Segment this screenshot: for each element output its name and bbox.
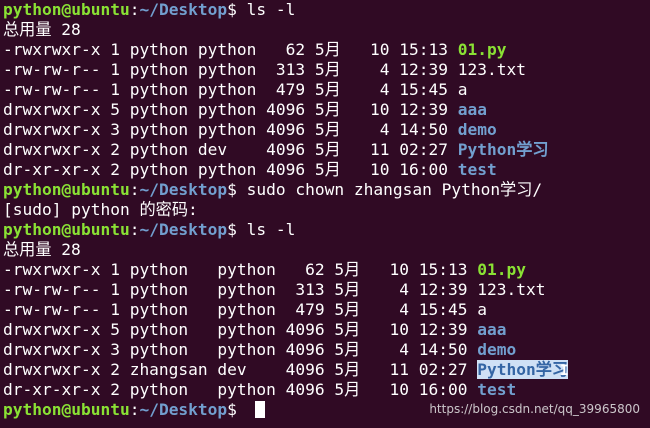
prompt-user-host: python@ubuntu bbox=[3, 400, 130, 419]
file-name[interactable]: aaa bbox=[458, 100, 487, 119]
file-metadata: -rwxrwxr-x 1 python python 62 5月 10 15:1… bbox=[3, 40, 458, 59]
file-metadata: drwxrwxr-x 3 python python 4096 5月 4 14:… bbox=[3, 340, 478, 359]
sudo-password-prompt: [sudo] python 的密码: bbox=[3, 200, 198, 219]
total-line: 总用量 28 bbox=[3, 240, 81, 259]
listing-row: -rwxrwxr-x 1 python python 62 5月 10 15:1… bbox=[3, 260, 650, 280]
prompt-line: python@ubuntu:~/Desktop$ ls -l bbox=[3, 0, 650, 20]
file-name[interactable]: test bbox=[458, 160, 497, 179]
prompt-separator: : bbox=[129, 180, 140, 199]
file-name[interactable]: test bbox=[477, 380, 516, 399]
file-name[interactable]: aaa bbox=[477, 320, 506, 339]
listing-row: -rwxrwxr-x 1 python python 62 5月 10 15:1… bbox=[3, 40, 650, 60]
file-metadata: -rw-rw-r-- 1 python python 479 5月 4 15:4… bbox=[3, 80, 458, 99]
file-metadata: drwxrwxr-x 5 python python 4096 5月 10 12… bbox=[3, 320, 478, 339]
prompt-separator: : bbox=[129, 220, 140, 239]
file-metadata: dr-xr-xr-x 2 python python 4096 5月 10 16… bbox=[3, 160, 458, 179]
prompt-path: ~/Desktop bbox=[139, 0, 228, 19]
mouse-ibeam-icon: I bbox=[560, 363, 569, 379]
file-name[interactable]: demo bbox=[477, 340, 516, 359]
listing-row: -rw-rw-r-- 1 python python 313 5月 4 12:3… bbox=[3, 60, 650, 80]
listing-block: -rwxrwxr-x 1 python python 62 5月 10 15:1… bbox=[3, 260, 650, 400]
file-metadata: drwxrwxr-x 2 zhangsan dev 4096 5月 11 02:… bbox=[3, 360, 478, 379]
prompt-dollar: $ bbox=[227, 180, 247, 199]
listing-block: -rwxrwxr-x 1 python python 62 5月 10 15:1… bbox=[3, 40, 650, 180]
file-name[interactable]: Python学习 bbox=[477, 360, 569, 379]
listing-row: dr-xr-xr-x 2 python python 4096 5月 10 16… bbox=[3, 380, 650, 400]
listing-row: dr-xr-xr-x 2 python python 4096 5月 10 16… bbox=[3, 160, 650, 180]
file-name[interactable]: 01.py bbox=[477, 260, 526, 279]
file-name[interactable]: a bbox=[458, 80, 468, 99]
prompt-line: python@ubuntu:~/Desktop$ sudo chown zhan… bbox=[3, 180, 650, 200]
file-metadata: -rw-rw-r-- 1 python python 479 5月 4 15:4… bbox=[3, 300, 478, 319]
listing-row: drwxrwxr-x 5 python python 4096 5月 10 12… bbox=[3, 100, 650, 120]
prompt-dollar: $ bbox=[227, 0, 247, 19]
prompt-separator: : bbox=[129, 0, 140, 19]
command-text: ls -l bbox=[246, 220, 296, 239]
listing-row: drwxrwxr-x 3 python python 4096 5月 4 14:… bbox=[3, 120, 650, 140]
file-name[interactable]: 123.txt bbox=[477, 280, 545, 299]
prompt-path: ~/Desktop bbox=[139, 180, 228, 199]
listing-row: -rw-rw-r-- 1 python python 313 5月 4 12:3… bbox=[3, 280, 650, 300]
listing-row: -rw-rw-r-- 1 python python 479 5月 4 15:4… bbox=[3, 80, 650, 100]
file-name[interactable]: demo bbox=[458, 120, 497, 139]
listing-row: drwxrwxr-x 2 zhangsan dev 4096 5月 11 02:… bbox=[3, 360, 650, 380]
prompt-user-host: python@ubuntu bbox=[3, 0, 130, 19]
file-metadata: -rw-rw-r-- 1 python python 313 5月 4 12:3… bbox=[3, 60, 458, 79]
file-metadata: drwxrwxr-x 5 python python 4096 5月 10 12… bbox=[3, 100, 458, 119]
prompt-line: python@ubuntu:~/Desktop$ ls -l bbox=[3, 220, 650, 240]
file-metadata: -rwxrwxr-x 1 python python 62 5月 10 15:1… bbox=[3, 260, 478, 279]
listing-row: drwxrwxr-x 3 python python 4096 5月 4 14:… bbox=[3, 340, 650, 360]
command-text: sudo chown zhangsan Python学习/ bbox=[246, 180, 543, 199]
prompt-user-host: python@ubuntu bbox=[3, 220, 130, 239]
command-text: ls -l bbox=[246, 0, 296, 19]
watermark: https://blog.csdn.net/qq_39965800 bbox=[429, 402, 640, 416]
text-cursor bbox=[254, 401, 265, 418]
file-metadata: dr-xr-xr-x 2 python python 4096 5月 10 16… bbox=[3, 380, 478, 399]
prompt-separator: : bbox=[129, 400, 140, 419]
file-name[interactable]: Python学习 bbox=[458, 140, 549, 159]
prompt-path: ~/Desktop bbox=[139, 400, 228, 419]
file-metadata: drwxrwxr-x 3 python python 4096 5月 4 14:… bbox=[3, 120, 458, 139]
listing-row: drwxrwxr-x 2 python dev 4096 5月 11 02:27… bbox=[3, 140, 650, 160]
terminal-window[interactable]: python@ubuntu:~/Desktop$ ls -l 总用量 28 -r… bbox=[0, 0, 650, 428]
file-name[interactable]: 123.txt bbox=[458, 60, 526, 79]
prompt-dollar: $ bbox=[227, 400, 247, 419]
prompt-user-host: python@ubuntu bbox=[3, 180, 130, 199]
file-metadata: -rw-rw-r-- 1 python python 313 5月 4 12:3… bbox=[3, 280, 478, 299]
listing-row: -rw-rw-r-- 1 python python 479 5月 4 15:4… bbox=[3, 300, 650, 320]
prompt-path: ~/Desktop bbox=[139, 220, 228, 239]
file-name[interactable]: a bbox=[477, 300, 487, 319]
file-name[interactable]: 01.py bbox=[458, 40, 507, 59]
file-metadata: drwxrwxr-x 2 python dev 4096 5月 11 02:27 bbox=[3, 140, 458, 159]
total-line: 总用量 28 bbox=[3, 20, 81, 39]
prompt-dollar: $ bbox=[227, 220, 247, 239]
listing-row: drwxrwxr-x 5 python python 4096 5月 10 12… bbox=[3, 320, 650, 340]
